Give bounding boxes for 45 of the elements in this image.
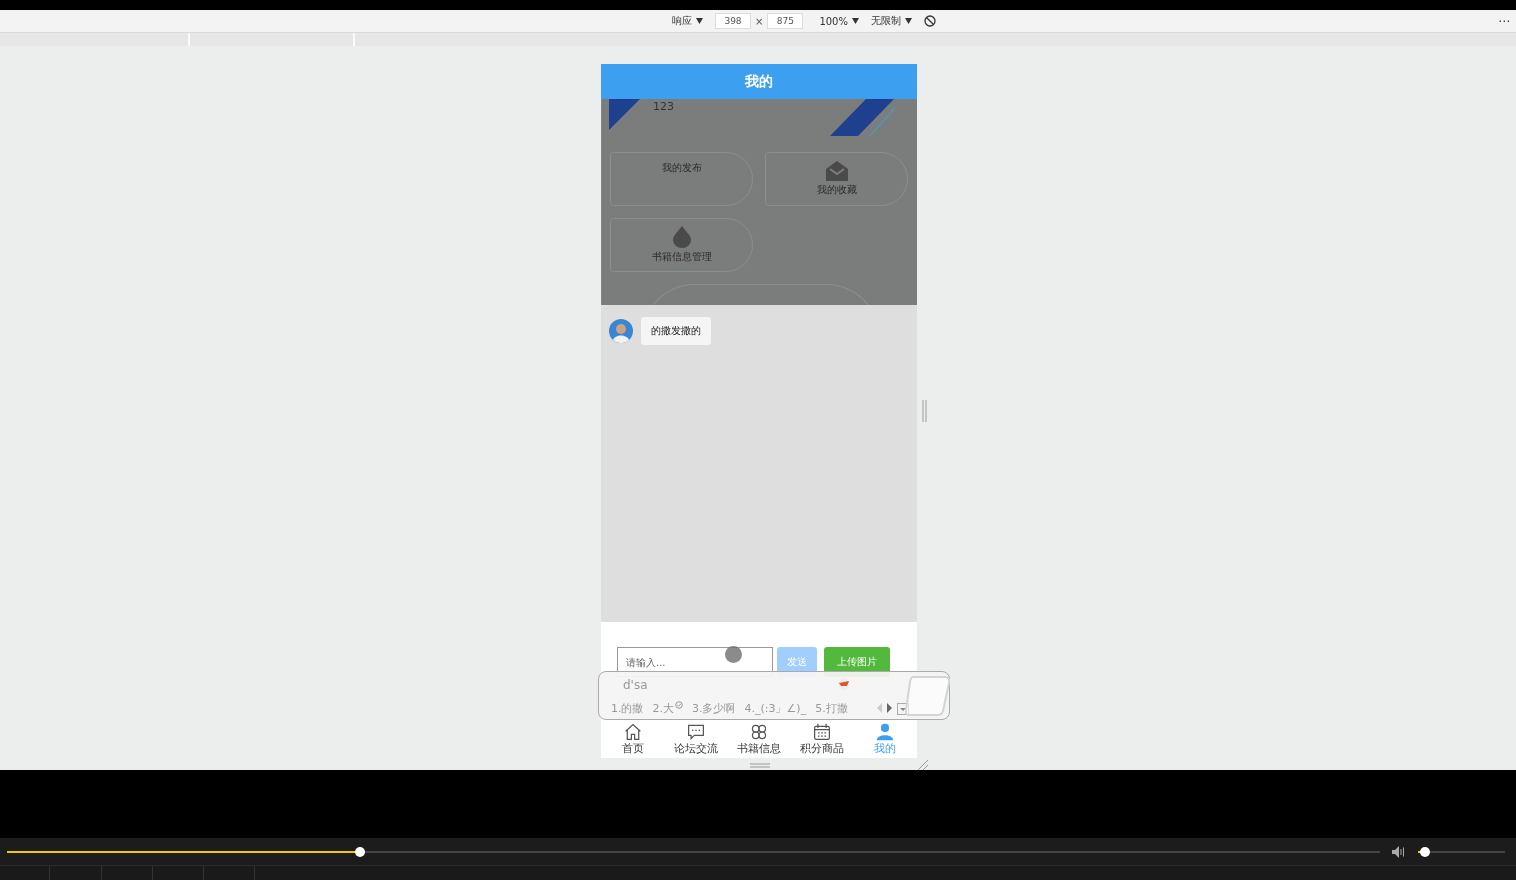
speaker-icon[interactable] bbox=[1392, 845, 1406, 858]
menu-card-label: 我的发布 bbox=[661, 161, 702, 175]
ime-candidate[interactable]: 1.的撒 bbox=[611, 701, 644, 716]
calendar-icon bbox=[813, 722, 832, 741]
ime-candidate[interactable]: 2.大 bbox=[652, 701, 683, 716]
caret-icon bbox=[696, 18, 703, 24]
caret-icon bbox=[852, 18, 859, 24]
ime-candidate[interactable]: 4._(:3」∠)_ bbox=[744, 701, 807, 716]
resize-handle[interactable] bbox=[922, 400, 927, 422]
device-mode-dropdown[interactable]: 响应 bbox=[672, 14, 692, 28]
check-circle-icon bbox=[675, 701, 683, 709]
rotate-icon[interactable] bbox=[924, 15, 936, 27]
tab-bar-item[interactable]: 论坛交流 bbox=[664, 720, 728, 758]
dropdown-icon[interactable] bbox=[897, 703, 909, 715]
caret-icon bbox=[905, 18, 912, 24]
more-menu-button[interactable]: ⋯ bbox=[1498, 14, 1510, 28]
height-field[interactable]: 875 bbox=[767, 13, 804, 29]
drop-icon bbox=[672, 226, 691, 248]
chat-icon bbox=[686, 722, 705, 741]
message-bubble: 的撒发撒的 bbox=[641, 317, 711, 345]
avatar bbox=[609, 319, 633, 343]
username: 123 bbox=[653, 100, 674, 113]
zoom-dropdown[interactable]: 100% bbox=[819, 15, 848, 27]
throttle-dropdown[interactable]: 无限制 bbox=[871, 14, 901, 28]
width-field[interactable]: 398 bbox=[715, 13, 751, 29]
tab-bar-item[interactable]: 我的 bbox=[853, 720, 917, 758]
tab-bar-item[interactable]: 书籍信息 bbox=[727, 720, 791, 758]
menu-card-label: 我的收藏 bbox=[816, 183, 857, 197]
tab-bar-item[interactable]: 积分商品 bbox=[790, 720, 854, 758]
times-sign: × bbox=[755, 15, 764, 27]
page-title: 我的 bbox=[601, 64, 917, 99]
ime-composition: d'sa bbox=[623, 678, 648, 692]
person-icon bbox=[876, 722, 895, 741]
resize-handle[interactable] bbox=[750, 763, 770, 768]
diagonal-stripes-icon bbox=[830, 99, 896, 136]
ime-logo-icon bbox=[905, 675, 951, 717]
ime-candidate[interactable]: 5.打撒 bbox=[815, 701, 848, 716]
envelope-icon bbox=[825, 161, 848, 181]
corner-stripe-icon bbox=[609, 99, 640, 130]
tab-bar-item[interactable]: 首页 bbox=[601, 720, 665, 758]
menu-card-label: 书籍信息管理 bbox=[651, 250, 712, 264]
ime-candidate[interactable]: 3.多少啊 bbox=[692, 701, 736, 716]
home-icon bbox=[623, 722, 642, 741]
page-arrows-icon[interactable] bbox=[877, 703, 893, 713]
grid-icon bbox=[750, 722, 768, 741]
